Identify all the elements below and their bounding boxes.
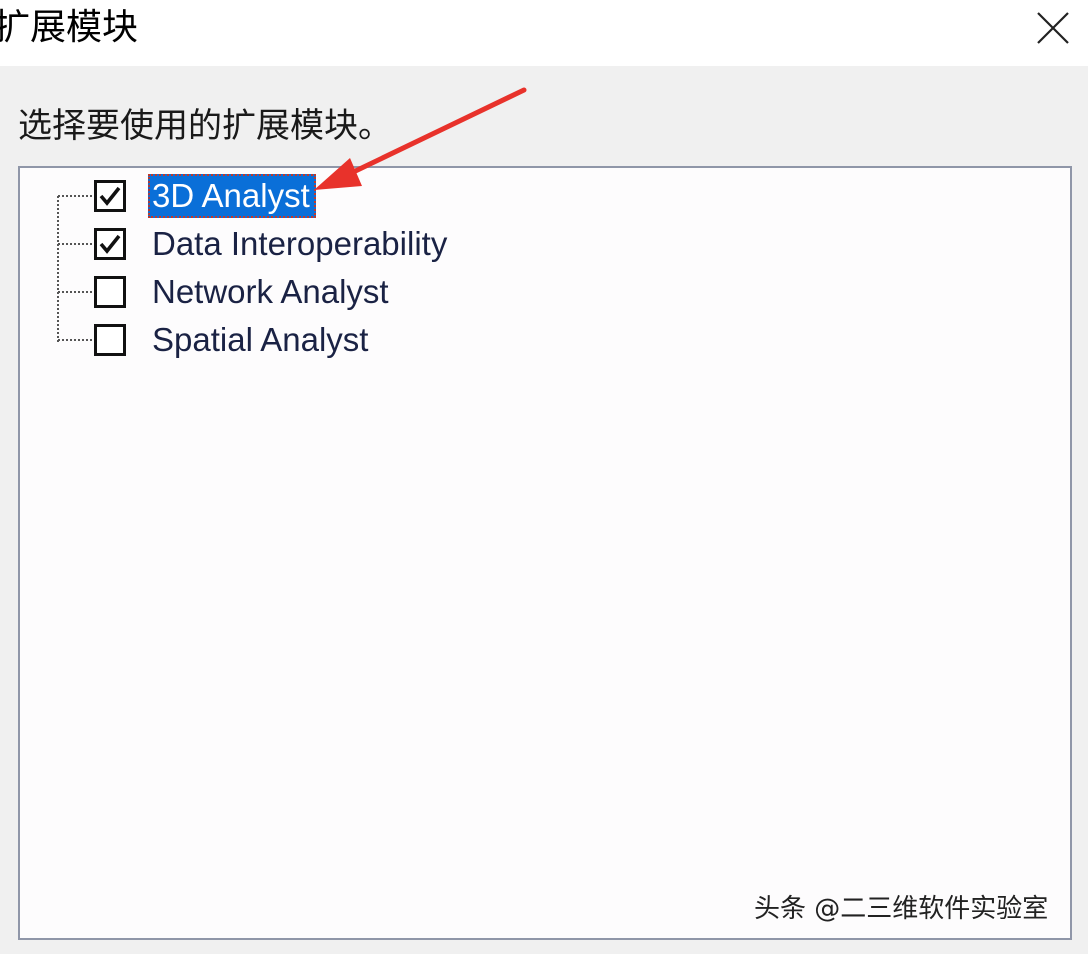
extension-item-network-analyst[interactable]: Network Analyst <box>20 270 920 314</box>
close-icon <box>1037 12 1069 44</box>
extension-label[interactable]: Data Interoperability <box>148 222 453 266</box>
extension-checkbox[interactable] <box>94 324 126 356</box>
extension-checkbox[interactable] <box>94 180 126 212</box>
extension-label[interactable]: Network Analyst <box>148 270 395 314</box>
instruction-label: 选择要使用的扩展模块。 <box>18 106 392 146</box>
title-bar: 扩展模块 <box>0 0 1088 66</box>
watermark: 头条 @二三维软件实验室 <box>754 894 1049 924</box>
dialog-title: 扩展模块 <box>0 7 139 48</box>
extensions-dialog: 扩展模块 选择要使用的扩展模块。 3D Analyst Data Interop… <box>0 0 1088 954</box>
extension-checkbox[interactable] <box>94 228 126 260</box>
extension-label[interactable]: 3D Analyst <box>148 174 316 218</box>
extension-label[interactable]: Spatial Analyst <box>148 318 374 362</box>
extension-item-3d-analyst[interactable]: 3D Analyst <box>20 174 920 218</box>
extension-item-spatial-analyst[interactable]: Spatial Analyst <box>20 318 920 362</box>
checkmark-icon <box>99 234 121 254</box>
extensions-tree[interactable]: 3D Analyst Data Interoperability Network… <box>18 166 1072 940</box>
extension-checkbox[interactable] <box>94 276 126 308</box>
extension-item-data-interoperability[interactable]: Data Interoperability <box>20 222 920 266</box>
close-button[interactable] <box>1018 0 1088 56</box>
checkmark-icon <box>99 186 121 206</box>
